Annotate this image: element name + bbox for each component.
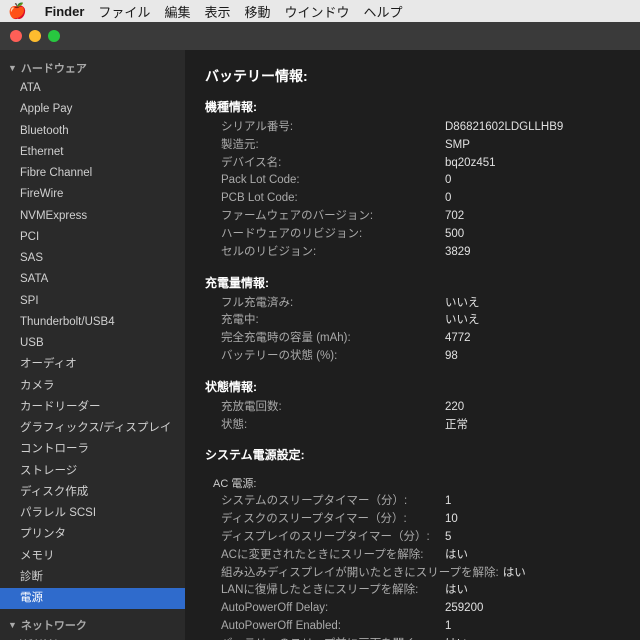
- row-charging: 充電中: いいえ: [205, 312, 620, 330]
- detail-title: バッテリー情報:: [205, 66, 620, 86]
- row-pack-lot-code: Pack Lot Code: 0: [205, 172, 620, 190]
- sidebar-item-firewire[interactable]: FireWire: [0, 184, 185, 205]
- sidebar-item-controller[interactable]: コントローラ: [0, 439, 185, 460]
- row-device-name: デバイス名: bq20z451: [205, 155, 620, 173]
- row-manufacturer: 製造元: SMP: [205, 137, 620, 155]
- row-pcb-lot-code: PCB Lot Code: 0: [205, 190, 620, 208]
- section-ac-power: AC 電源:: [205, 475, 620, 491]
- row-wake-on-ac: ACに変更されたときにスリープを解除: はい: [205, 547, 620, 565]
- main-window: ▼ ハードウェア ATA Apple Pay Bluetooth Etherne…: [0, 22, 640, 640]
- sidebar-item-storage[interactable]: ストレージ: [0, 461, 185, 482]
- detail-panel: バッテリー情報: 機種情報: シリアル番号: D86821602LDGLLHB9…: [185, 50, 640, 640]
- section-charge-info: 充電量情報:: [205, 274, 620, 291]
- sidebar-item-graphics[interactable]: グラフィックス/ディスプレイ: [0, 418, 185, 439]
- sidebar-item-sata[interactable]: SATA: [0, 269, 185, 290]
- sidebar-item-power[interactable]: 電源: [0, 588, 185, 609]
- row-cycle-count: 充放電回数: 220: [205, 399, 620, 417]
- menubar-go[interactable]: 移動: [244, 2, 270, 21]
- menubar-finder[interactable]: Finder: [45, 4, 85, 19]
- row-status: 状態: 正常: [205, 417, 620, 435]
- row-battery-health-pct: バッテリーの状態 (%): 98: [205, 348, 620, 366]
- row-firmware-version: ファームウェアのバージョン: 702: [205, 208, 620, 226]
- row-display-sleep-ac: ディスプレイのスリープタイマー（分）: 5: [205, 529, 620, 547]
- hardware-group-label[interactable]: ▼ ハードウェア: [0, 56, 185, 78]
- row-wake-on-display: 組み込みディスプレイが開いたときにスリープを解除: はい: [205, 565, 620, 583]
- section-power-settings: システム電源設定:: [205, 446, 620, 463]
- sidebar-item-diskcreation[interactable]: ディスク作成: [0, 482, 185, 503]
- sidebar-item-bluetooth[interactable]: Bluetooth: [0, 121, 185, 142]
- sidebar-item-sas[interactable]: SAS: [0, 248, 185, 269]
- section-status-info: 状態情報:: [205, 378, 620, 395]
- sidebar: ▼ ハードウェア ATA Apple Pay Bluetooth Etherne…: [0, 50, 185, 640]
- menubar-help[interactable]: ヘルプ: [364, 2, 403, 21]
- row-cell-revision: セルのリビジョン: 3829: [205, 244, 620, 262]
- sidebar-item-ethernet[interactable]: Ethernet: [0, 142, 185, 163]
- row-fully-charged: フル充電済み: いいえ: [205, 295, 620, 313]
- sidebar-item-printer[interactable]: プリンタ: [0, 524, 185, 545]
- row-wake-on-lan: LANに復帰したときにスリープを解除: はい: [205, 582, 620, 600]
- sidebar-item-usb[interactable]: USB: [0, 333, 185, 354]
- sidebar-item-applepay[interactable]: Apple Pay: [0, 99, 185, 120]
- row-autopoweroff-delay: AutoPowerOff Delay: 259200: [205, 600, 620, 618]
- sidebar-item-fibrechannel[interactable]: Fibre Channel: [0, 163, 185, 184]
- chevron-down-icon: ▼: [8, 620, 17, 630]
- row-system-sleep-ac: システムのスリープタイマー（分）: 1: [205, 493, 620, 511]
- row-disk-sleep-ac: ディスクのスリープタイマー（分）: 10: [205, 511, 620, 529]
- sidebar-item-spi[interactable]: SPI: [0, 291, 185, 312]
- sidebar-item-wwan[interactable]: WWAN: [0, 635, 185, 640]
- apple-menu-icon[interactable]: 🍎: [8, 2, 27, 20]
- sidebar-item-cardreader[interactable]: カードリーダー: [0, 397, 185, 418]
- row-wake-on-open: バッテリーのスリープ前に画面を開く: はい: [205, 636, 620, 640]
- chevron-down-icon: ▼: [8, 63, 17, 73]
- sidebar-item-ata[interactable]: ATA: [0, 78, 185, 99]
- close-button[interactable]: [10, 30, 22, 42]
- content-area: ▼ ハードウェア ATA Apple Pay Bluetooth Etherne…: [0, 50, 640, 640]
- menubar: 🍎 Finder ファイル 編集 表示 移動 ウインドウ ヘルプ: [0, 0, 640, 22]
- menubar-view[interactable]: 表示: [204, 2, 230, 21]
- menubar-file[interactable]: ファイル: [98, 2, 150, 21]
- sidebar-item-audio[interactable]: オーディオ: [0, 354, 185, 375]
- row-full-capacity-mah: 完全充電時の容量 (mAh): 4772: [205, 330, 620, 348]
- sidebar-item-camera[interactable]: カメラ: [0, 376, 185, 397]
- maximize-button[interactable]: [48, 30, 60, 42]
- hardware-section: ▼ ハードウェア ATA Apple Pay Bluetooth Etherne…: [0, 54, 185, 611]
- minimize-button[interactable]: [29, 30, 41, 42]
- menubar-window[interactable]: ウインドウ: [284, 2, 349, 21]
- sidebar-item-parallelscsi[interactable]: パラレル SCSI: [0, 503, 185, 524]
- sidebar-item-pci[interactable]: PCI: [0, 227, 185, 248]
- row-serial: シリアル番号: D86821602LDGLLHB9: [205, 119, 620, 137]
- sidebar-item-thunderbolt[interactable]: Thunderbolt/USB4: [0, 312, 185, 333]
- sidebar-item-diagnostics[interactable]: 診断: [0, 567, 185, 588]
- menubar-edit[interactable]: 編集: [164, 2, 190, 21]
- sidebar-item-nvmexpress[interactable]: NVMExpress: [0, 206, 185, 227]
- network-group-label[interactable]: ▼ ネットワーク: [0, 613, 185, 635]
- row-autopoweroff-enabled: AutoPowerOff Enabled: 1: [205, 618, 620, 636]
- section-machine-info: 機種情報:: [205, 98, 620, 115]
- sidebar-item-memory[interactable]: メモリ: [0, 546, 185, 567]
- row-hardware-revision: ハードウェアのリビジョン: 500: [205, 226, 620, 244]
- titlebar: [0, 22, 640, 50]
- network-section: ▼ ネットワーク WWAN Wi-Fi ネットワーク環境 ファイアウォール ボリ…: [0, 611, 185, 640]
